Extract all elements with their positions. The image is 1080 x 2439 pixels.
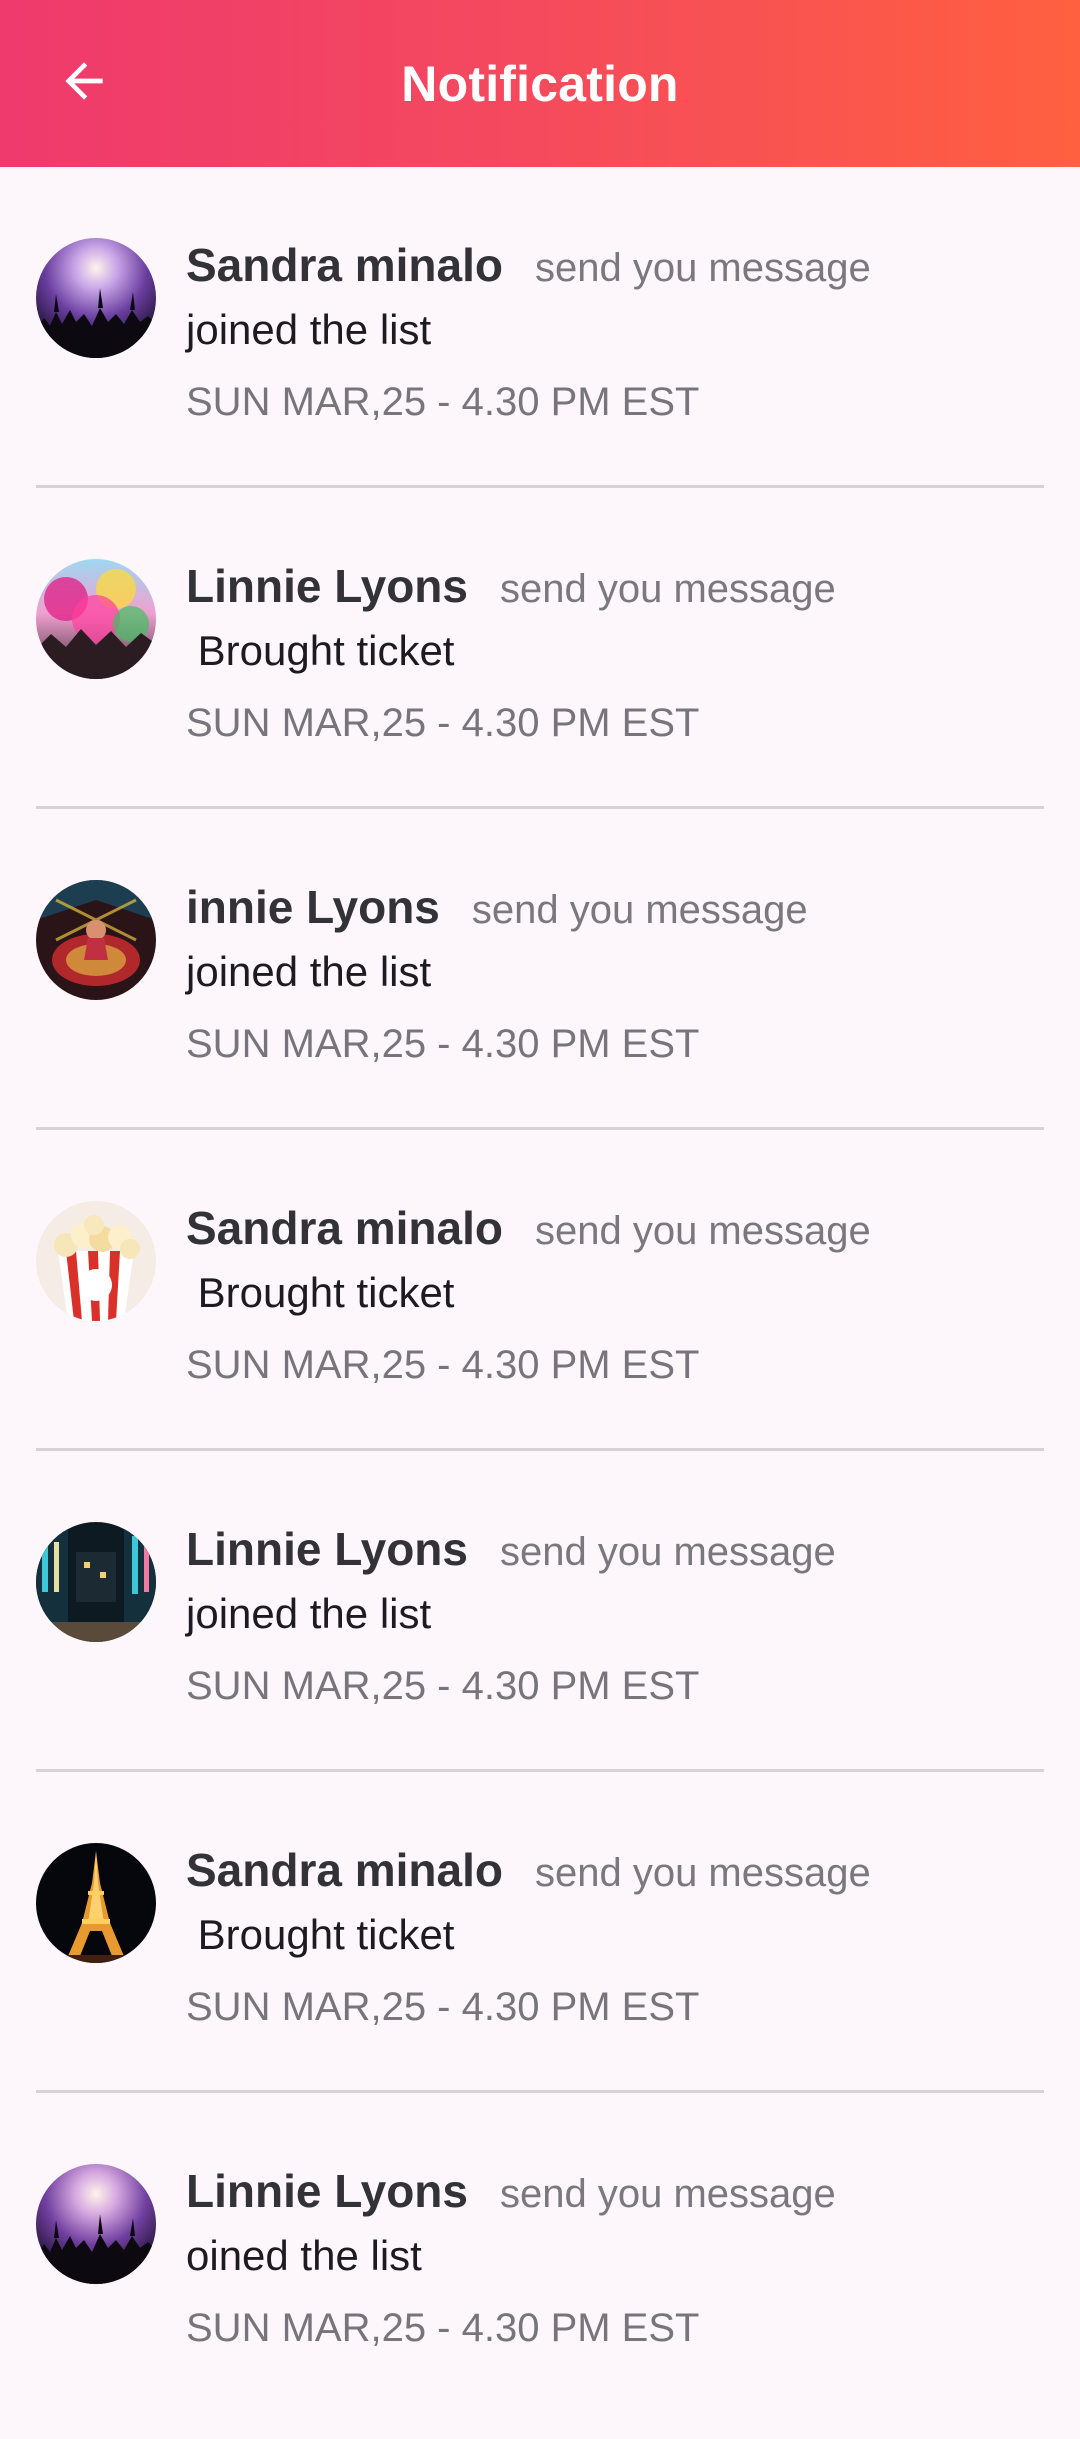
action-text: send you message xyxy=(499,567,836,611)
sender-name: Sandra minalo xyxy=(186,239,503,291)
notification-item[interactable]: Linnie Lyons send you message joined the… xyxy=(36,1451,1044,1772)
color-festival-image xyxy=(36,559,156,679)
timestamp: SUN MAR,25 - 4.30 PM EST xyxy=(186,1664,700,1708)
arrow-left-icon xyxy=(56,53,112,114)
timestamp: SUN MAR,25 - 4.30 PM EST xyxy=(186,380,700,424)
concert-crowd-image xyxy=(36,238,156,358)
notification-detail: Brought ticket xyxy=(186,1911,455,1958)
notification-detail: joined the list xyxy=(186,1590,432,1637)
notification-detail: Brought ticket xyxy=(186,627,455,674)
app-header: Notification xyxy=(0,0,1080,167)
notification-list: Sandra minalo send you message joined th… xyxy=(0,167,1080,2414)
sender-name: innie Lyons xyxy=(186,881,440,933)
notification-item[interactable]: innie Lyons send you message joined the … xyxy=(36,809,1044,1130)
notification-item[interactable]: Sandra minalo send you message Brought t… xyxy=(36,1130,1044,1451)
timestamp: SUN MAR,25 - 4.30 PM EST xyxy=(186,1343,700,1387)
page-title: Notification xyxy=(401,55,679,112)
sender-name: Sandra minalo xyxy=(186,1844,503,1896)
notification-detail: joined the list xyxy=(186,948,432,995)
avatar xyxy=(36,1843,156,1963)
action-text: send you message xyxy=(471,888,808,932)
notification-item[interactable]: Linnie Lyons send you message Brought ti… xyxy=(36,488,1044,809)
action-text: send you message xyxy=(534,246,871,290)
sender-name: Linnie Lyons xyxy=(186,560,468,612)
eiffel-tower-night-image xyxy=(36,1843,156,1963)
avatar xyxy=(36,559,156,679)
notification-screen: Notification Sandra minalo send you mess… xyxy=(0,0,1080,2439)
notification-item[interactable]: Linnie Lyons send you message oined the … xyxy=(36,2093,1044,2414)
action-text: send you message xyxy=(499,2172,836,2216)
concert-crowd-image xyxy=(36,2164,156,2284)
notification-detail: Brought ticket xyxy=(186,1269,455,1316)
notification-detail: oined the list xyxy=(186,2232,422,2279)
timestamp: SUN MAR,25 - 4.30 PM EST xyxy=(186,1985,700,2029)
notification-detail: joined the list xyxy=(186,306,432,353)
sender-name: Sandra minalo xyxy=(186,1202,503,1254)
dancer-image xyxy=(36,880,156,1000)
avatar xyxy=(36,2164,156,2284)
popcorn-image xyxy=(36,1201,156,1321)
timestamp: SUN MAR,25 - 4.30 PM EST xyxy=(186,1022,700,1066)
notification-item[interactable]: Sandra minalo send you message Brought t… xyxy=(36,1772,1044,2093)
timestamp: SUN MAR,25 - 4.30 PM EST xyxy=(186,2306,700,2350)
city-street-night-image xyxy=(36,1522,156,1642)
action-text: send you message xyxy=(499,1530,836,1574)
action-text: send you message xyxy=(534,1209,871,1253)
back-button[interactable] xyxy=(36,36,132,132)
timestamp: SUN MAR,25 - 4.30 PM EST xyxy=(186,701,700,745)
sender-name: Linnie Lyons xyxy=(186,1523,468,1575)
action-text: send you message xyxy=(534,1851,871,1895)
avatar xyxy=(36,238,156,358)
avatar xyxy=(36,880,156,1000)
avatar xyxy=(36,1201,156,1321)
avatar xyxy=(36,1522,156,1642)
notification-item[interactable]: Sandra minalo send you message joined th… xyxy=(36,167,1044,488)
sender-name: Linnie Lyons xyxy=(186,2165,468,2217)
